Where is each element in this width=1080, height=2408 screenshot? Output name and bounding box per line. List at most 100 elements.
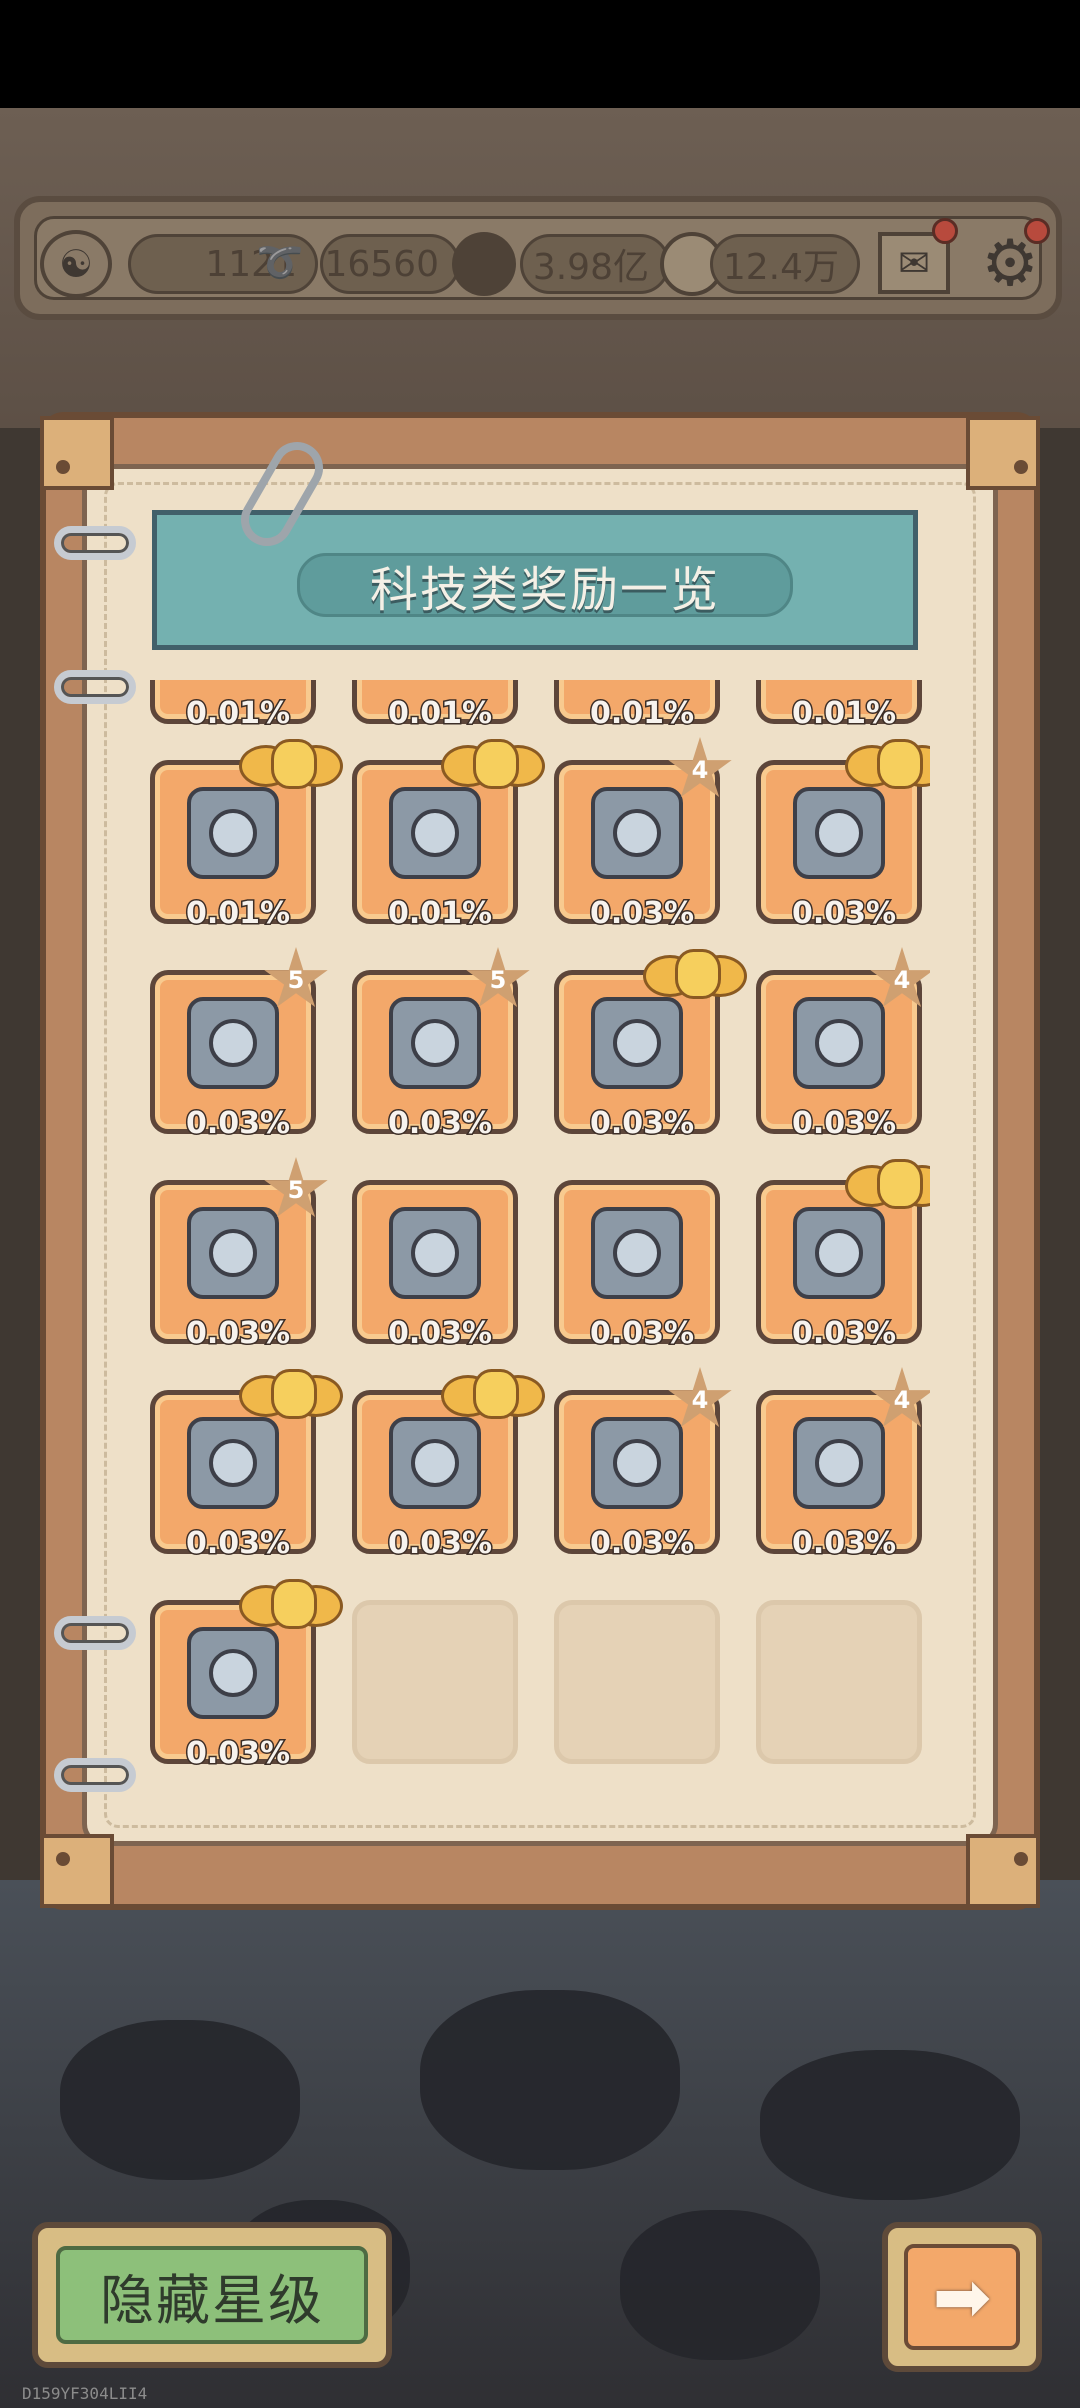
rock-shape [620,2210,820,2360]
reward-item-cell[interactable]: 0.03% [352,1180,518,1353]
frame-corner-top-right [966,416,1040,490]
binder-ring-icon [54,526,136,560]
reward-item-cell[interactable]: 0.03% [554,1180,720,1353]
reward-probability: 0.01% [184,895,291,933]
frame-corner-bottom-right [966,1834,1040,1908]
soul-ghost-icon: ➰ [256,239,304,284]
reward-probability: 0.03% [184,1735,291,1773]
reward-item-cell[interactable]: 0.03% 4 [756,947,930,1143]
reward-item-cell[interactable]: 0.03% 5 [352,947,530,1143]
reward-item-cell[interactable]: 0.01% [352,680,518,733]
reward-probability: 0.01% [790,695,897,733]
rocket-fish-icon [793,787,885,879]
reward-probability: 0.03% [588,1525,695,1563]
reward-item-cell[interactable]: 0.03% 5 [150,947,328,1143]
gear-ring-machine-icon [187,787,279,879]
golden-wings-eye-icon [239,1579,343,1637]
next-arrow-button[interactable]: ➡ [882,2222,1042,2372]
reward-probability: 0.01% [184,695,291,733]
reward-item-cell[interactable]: 0.03% [150,1579,343,1773]
binder-ring-icon [54,670,136,704]
reward-probability: 0.03% [184,1525,291,1563]
resource-bar: ☯ 1121 ➰ 16560 3.98亿 12.4万 ✉ ⚙ [14,196,1062,320]
resource-pill-3: 3.98亿 [520,234,670,294]
reward-item-cell[interactable]: 0.03% [352,1369,545,1563]
arrow-right-icon: ➡ [904,2244,1020,2350]
book-portrait-icon [187,1207,279,1299]
rock-shape [60,2020,300,2180]
reward-probability: 0.03% [386,1315,493,1353]
golden-wings-eye-icon [643,949,747,1007]
reward-grid[interactable]: 0.01% 0.01% 0.01% 0.01% 0.01% 0.01% 0.03% 4 0.03… [150,680,930,1780]
reward-item-cell[interactable]: 0.03% 5 [150,1157,328,1353]
panel-title: 科技类奖励一览 [369,562,720,618]
reward-probability: 0.03% [790,1525,897,1563]
resource-2-value: 16560 [324,243,439,285]
frame-corner-top-left [40,416,114,490]
scroll-drum-icon [591,997,683,1089]
reward-probability: 0.03% [386,1525,493,1563]
console-machine-icon [591,787,683,879]
reward-probability: 0.03% [790,895,897,933]
title-pill: 科技类奖励一览 [297,553,793,618]
reward-probability: 0.03% [588,1105,695,1143]
crystal-cube-pile-icon [389,787,481,879]
reward-probability: 0.03% [790,1105,897,1143]
reward-item-cell[interactable]: 0.01% [150,739,343,933]
framed-portrait-icon [187,1627,279,1719]
status-bar [0,0,1080,108]
reward-item-cell[interactable]: 0.03% 4 [554,1367,732,1563]
reward-item-cell[interactable]: 0.01% [756,680,922,733]
hide-stars-button[interactable]: 隐藏星级 [32,2222,392,2368]
reward-item-cell[interactable]: 0.01% [554,680,720,733]
reward-probability: 0.01% [386,695,493,733]
empty-reward-slot [554,1600,720,1764]
hide-stars-label: 隐藏星级 [56,2246,368,2344]
reward-item-cell[interactable]: 0.03% [756,1159,930,1353]
satellite-icon [793,1207,885,1299]
ancient-book-icon [591,1207,683,1299]
drum-machine-icon [389,997,481,1089]
golden-wings-eye-icon [845,739,930,797]
portrait-book-icon [591,1417,683,1509]
golden-wings-eye-icon [845,1159,930,1217]
golden-wings-eye-icon [441,1369,545,1427]
gem-bubble-icon [452,232,516,296]
reward-probability: 0.03% [790,1315,897,1353]
resource-pill-4: 12.4万 [710,234,860,294]
empty-reward-slot [352,1600,518,1764]
frame-corner-bottom-left [40,1834,114,1908]
reward-item-cell[interactable]: 0.03% 4 [756,1367,930,1563]
reward-item-cell[interactable]: 0.03% 4 [554,737,732,933]
rock-shape [760,2050,1020,2200]
reward-probability: 0.01% [386,895,493,933]
wave-book-icon [793,1417,885,1509]
reward-probability: 0.03% [588,895,695,933]
resource-pill-2: 16560 [320,234,460,294]
reward-item-cell[interactable]: 0.01% [352,739,545,933]
resource-3-value: 3.98亿 [532,247,649,288]
mail-notification-badge [932,218,958,244]
horn-device-icon [187,1417,279,1509]
yin-yang-icon[interactable]: ☯ [40,230,112,298]
resource-4-value: 12.4万 [722,247,839,288]
settings-notification-badge [1024,218,1050,244]
binder-ring-icon [54,1616,136,1650]
golden-wings-eye-icon [239,739,343,797]
reward-item-cell[interactable]: 0.03% [554,949,747,1143]
reward-item-cell[interactable]: 0.03% [756,739,930,933]
reward-item-cell[interactable]: 0.01% [150,680,316,733]
golden-wings-eye-icon [239,1369,343,1427]
device-id-text: D159YF304LII4 [22,2384,148,2403]
binder-ring-icon [54,1758,136,1792]
empty-reward-slot [756,1600,922,1764]
rock-shape [420,1990,680,2170]
reward-item-cell[interactable]: 0.03% [150,1369,343,1563]
lantern-cage-icon [793,997,885,1089]
golden-wings-eye-icon [441,739,545,797]
reward-probability: 0.01% [588,695,695,733]
reward-probability: 0.03% [588,1315,695,1353]
reward-probability: 0.03% [184,1315,291,1353]
tower-machine-icon [187,997,279,1089]
reward-probability: 0.03% [386,1105,493,1143]
